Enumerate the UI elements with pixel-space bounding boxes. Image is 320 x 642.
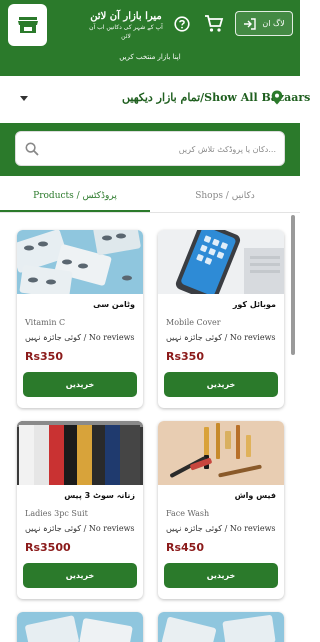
- product-price: Rs350: [166, 350, 204, 363]
- buy-button[interactable]: خریدیں: [164, 563, 278, 588]
- product-reviews: کوئی جائزہ نہیں / No reviews: [25, 524, 135, 533]
- buy-button[interactable]: خریدیں: [23, 372, 137, 397]
- product-card[interactable]: [17, 612, 143, 642]
- map-pin-icon: [271, 90, 283, 105]
- product-card[interactable]: فیس واش Face Wash کوئی جائزہ نہیں / No r…: [158, 421, 284, 599]
- product-image[interactable]: [17, 612, 143, 642]
- store-logo[interactable]: [8, 4, 47, 46]
- product-reviews: کوئی جائزہ نہیں / No reviews: [25, 333, 135, 342]
- app-header: میرا بازار آن لائن آپ کے شہر کی دکانیں ا…: [0, 0, 300, 76]
- tabs: Products / پروڈکٹس Shops / دکانیں: [0, 180, 300, 213]
- product-card[interactable]: زنانہ سوٹ 3 پیس Ladies 3pc Suit کوئی جائ…: [17, 421, 143, 599]
- cart-icon[interactable]: [204, 14, 224, 34]
- bazaar-selector[interactable]: تمام بازار دیکھیں/Show All Bazaars: [0, 85, 310, 111]
- product-name: Vitamin C: [25, 318, 66, 327]
- product-card[interactable]: وٹامن سی Vitamin C کوئی جائزہ نہیں / No …: [17, 230, 143, 408]
- product-price: Rs3500: [25, 541, 71, 554]
- product-name-urdu: وٹامن سی: [93, 300, 135, 309]
- brand-title: میرا بازار آن لائن: [90, 11, 162, 22]
- product-image[interactable]: [17, 230, 143, 294]
- buy-button[interactable]: خریدیں: [164, 372, 278, 397]
- chevron-down-icon[interactable]: [20, 96, 28, 101]
- product-name: Mobile Cover: [166, 318, 221, 327]
- product-name-urdu: موبائل کور: [232, 300, 276, 309]
- product-name-urdu: زنانہ سوٹ 3 پیس: [64, 491, 135, 500]
- product-name: Face Wash: [166, 509, 210, 518]
- product-card[interactable]: [158, 612, 284, 642]
- buy-button[interactable]: خریدیں: [23, 563, 137, 588]
- brand-subtitle: آپ کے شہر کی دکانیں اب آن لائن: [89, 24, 163, 40]
- product-name-urdu: فیس واش: [234, 491, 276, 500]
- product-reviews: کوئی جائزہ نہیں / No reviews: [166, 333, 276, 342]
- product-card[interactable]: موبائل کور Mobile Cover کوئی جائزہ نہیں …: [158, 230, 284, 408]
- product-name: Ladies 3pc Suit: [25, 509, 88, 518]
- store-icon: [17, 17, 38, 33]
- product-image[interactable]: [158, 230, 284, 294]
- tab-shops[interactable]: Shops / دکانیں: [150, 180, 300, 212]
- login-button[interactable]: لاگ ان: [235, 11, 293, 36]
- search-box[interactable]: [15, 131, 285, 166]
- search-input[interactable]: [46, 134, 276, 164]
- brand: میرا بازار آن لائن آپ کے شہر کی دکانیں ا…: [86, 11, 166, 41]
- search-icon[interactable]: [25, 142, 39, 156]
- select-bazaar-text: اپنا بازار منتخب کریں: [119, 53, 181, 61]
- help-circle-icon[interactable]: [174, 16, 190, 32]
- product-image[interactable]: [158, 612, 284, 642]
- login-label: لاگ ان: [262, 19, 285, 28]
- login-icon: [244, 17, 257, 30]
- tab-products[interactable]: Products / پروڈکٹس: [0, 180, 150, 212]
- product-price: Rs450: [166, 541, 204, 554]
- product-reviews: کوئی جائزہ نہیں / No reviews: [166, 524, 276, 533]
- scrollbar[interactable]: [291, 215, 295, 355]
- product-price: Rs350: [25, 350, 63, 363]
- product-image[interactable]: [17, 421, 143, 485]
- product-image[interactable]: [158, 421, 284, 485]
- search-band: [0, 123, 300, 176]
